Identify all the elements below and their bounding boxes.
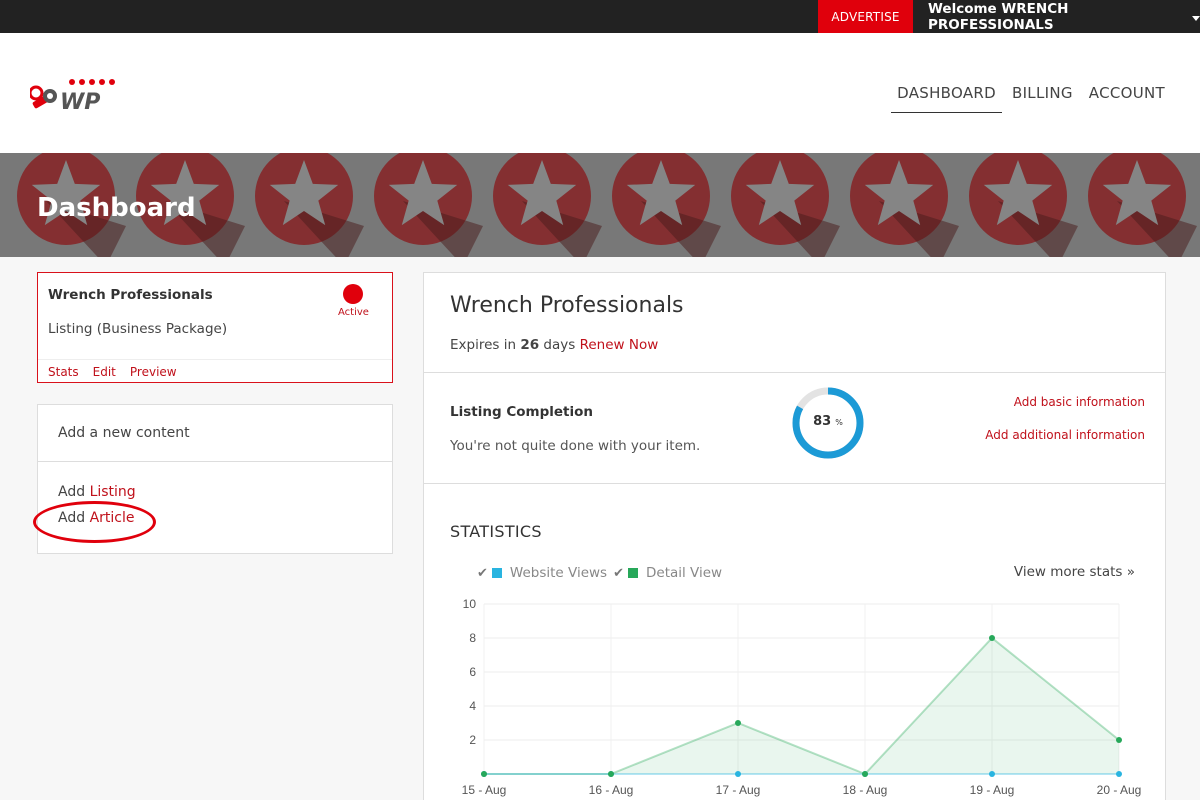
preview-link[interactable]: Preview — [130, 365, 177, 379]
nav-billing[interactable]: BILLING — [1006, 81, 1079, 113]
top-bar: ADVERTISE Welcome WRENCH PROFESSIONALS — [0, 0, 1200, 33]
data-point[interactable] — [989, 635, 995, 641]
y-tick-label: 8 — [469, 631, 476, 645]
page-title: Dashboard — [37, 193, 196, 223]
annotation-circle — [33, 501, 156, 543]
welcome-text: Welcome WRENCH PROFESSIONALS — [928, 0, 1069, 33]
edit-link[interactable]: Edit — [93, 365, 116, 379]
data-point[interactable] — [608, 771, 614, 777]
x-tick-label: 19 - Aug — [970, 783, 1015, 797]
data-point[interactable] — [481, 771, 487, 777]
caret-down-icon — [1192, 15, 1200, 21]
x-tick-label: 18 - Aug — [843, 783, 888, 797]
data-point[interactable] — [989, 771, 995, 777]
user-menu[interactable]: Welcome WRENCH PROFESSIONALS — [928, 0, 1200, 33]
x-tick-label: 16 - Aug — [589, 783, 634, 797]
nav-dashboard[interactable]: DASHBOARD — [891, 81, 1002, 113]
data-point[interactable] — [1116, 737, 1122, 743]
status-badge: Active — [338, 307, 369, 318]
status-dot-icon — [343, 284, 363, 304]
add-content-heading: Add a new content — [38, 405, 392, 462]
y-tick-label: 6 — [469, 665, 476, 679]
x-tick-label: 17 - Aug — [716, 783, 761, 797]
listing-actions: Stats Edit Preview — [38, 359, 392, 383]
wp-logo[interactable]: WP — [30, 75, 125, 115]
data-point[interactable] — [862, 771, 868, 777]
data-point[interactable] — [735, 771, 741, 777]
y-tick-label: 4 — [469, 699, 476, 713]
x-tick-label: 15 - Aug — [462, 783, 507, 797]
listing-name: Wrench Professionals — [48, 287, 213, 303]
x-tick-label: 20 - Aug — [1097, 783, 1142, 797]
statistics-chart: 2 4 6 8 10 15 - Aug 16 - Aug 17 - Aug 18 - Aug 19… — [462, 597, 1142, 797]
data-point[interactable] — [735, 720, 741, 726]
data-point[interactable] — [1116, 771, 1122, 777]
add-prefix: Add — [58, 484, 86, 500]
advertise-button[interactable]: ADVERTISE — [818, 0, 913, 33]
nav-account[interactable]: ACCOUNT — [1083, 81, 1171, 113]
add-listing-row: Add Listing — [58, 484, 136, 500]
listing-type: Listing (Business Package) — [48, 321, 228, 337]
y-tick-label: 10 — [463, 597, 477, 611]
listing-panel: Wrench Professionals Expires in 26 days … — [423, 272, 1166, 800]
page-banner: Dashboard — [0, 153, 1200, 257]
main-nav: DASHBOARD BILLING ACCOUNT — [887, 81, 1171, 113]
y-tick-label: 2 — [469, 733, 476, 747]
logo-text: WP — [60, 90, 100, 115]
listing-card: Wrench Professionals Listing (Business P… — [37, 272, 393, 383]
site-header: WP DASHBOARD BILLING ACCOUNT — [0, 33, 1200, 153]
add-listing-link[interactable]: Listing — [90, 484, 136, 500]
stats-link[interactable]: Stats — [48, 365, 79, 379]
